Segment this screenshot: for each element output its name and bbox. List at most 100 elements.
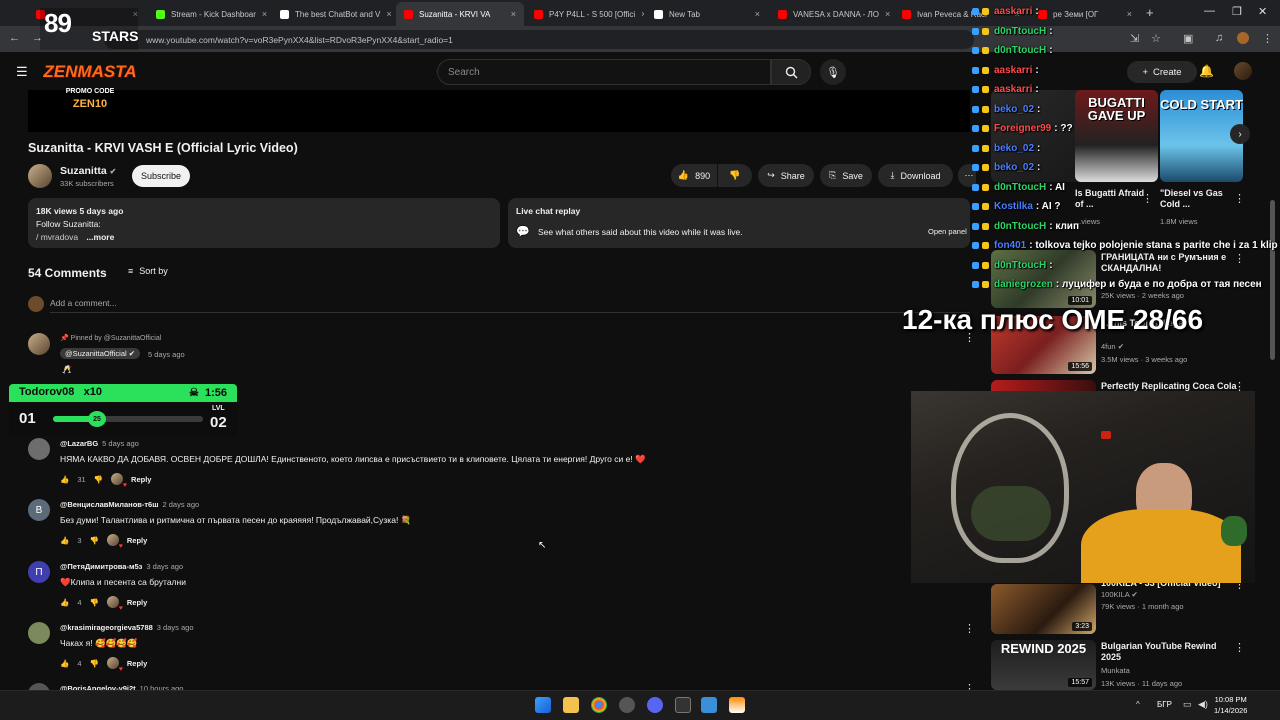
chat-badge-icon [972,281,979,289]
comment-menu-icon[interactable]: ⋮ [964,622,975,635]
discord-icon[interactable] [647,697,663,713]
vlc-icon[interactable] [729,697,745,713]
verified-icon: ✔ [128,349,136,358]
comments-count: 54 Comments [28,266,107,280]
chrome-icon[interactable] [591,697,607,713]
live-chat-replay-box: Live chat replay 💬 See what others said … [508,198,970,248]
back-icon[interactable]: ← [9,32,20,44]
like-count: 890 [695,170,711,181]
reply-button[interactable]: Reply [127,598,147,607]
comment-author-name: @krasimirageorgieva5788 [60,623,153,632]
tab-label: VANESA x DANNA - ЛО [793,9,880,19]
voice-search-button[interactable]: 🎙 [820,59,846,85]
logo-number: 89 [44,8,72,38]
comment-author[interactable]: @ПетяДимитрова-м5з 3 days ago [60,562,183,571]
instagram-link[interactable]: / mvradova [36,232,78,242]
pinned-comment-avatar[interactable] [28,333,50,355]
search-input[interactable]: Search [437,59,771,85]
comment-like-icon[interactable]: 👍 [60,536,69,545]
tab-close-icon[interactable]: × [380,9,391,19]
tray-chevron-icon[interactable]: ^ [1136,700,1140,709]
reply-button[interactable]: Reply [131,475,151,484]
tab-close-icon[interactable]: × [749,9,760,19]
channel-avatar[interactable] [28,164,52,188]
tab-close-icon[interactable]: × [256,9,267,19]
video-menu-icon[interactable]: ⋮ [1234,641,1245,654]
tab-close-icon[interactable]: × [635,9,644,19]
description-box[interactable]: 18K views 5 days ago Follow Suzanitta: /… [28,198,500,248]
tab-1[interactable]: Stream - Kick Dashboar × [148,2,270,26]
like-button[interactable]: 👍 890 [671,164,717,187]
comment-author[interactable]: @LazarBG 5 days ago [60,439,139,448]
tab-favicon [902,9,911,19]
app-icon[interactable] [701,697,717,713]
video-title-sidebar[interactable]: Bulgarian YouTube Rewind 2025 [1101,641,1231,663]
video-player-bottom[interactable] [28,90,970,132]
comment-avatar[interactable]: В [28,499,50,521]
thumbs-up-icon: 👍 [677,170,690,180]
add-comment-input[interactable]: Add a comment... [50,298,117,308]
comment-like-icon[interactable]: 👍 [60,475,69,484]
chat-badge-icon [982,242,989,250]
search-button[interactable] [771,59,811,85]
subscribe-button[interactable]: Subscribe [132,165,190,187]
tab-3[interactable]: Suzanitta - KRVI VA × [396,2,524,26]
video-thumbnail[interactable]: REWIND 2025 15:57 [991,640,1096,690]
open-panel-button[interactable]: Open panel [928,227,967,236]
tab-5[interactable]: New Tab × [646,2,768,26]
tab-4[interactable]: P4Y P4LL - S 500 [Offici × [526,2,644,26]
channel-name[interactable]: Suzanitta ✔ [60,165,116,177]
comment-avatar[interactable] [28,438,50,460]
save-button[interactable]: ⎘ Save [820,164,872,187]
terminal-icon[interactable] [675,697,691,713]
current-level: 01 [19,410,36,427]
video-thumbnail[interactable]: 3:23 [991,584,1096,634]
system-clock[interactable]: 10:08 PM 1/14/2026 [1214,694,1247,716]
start-menu-icon[interactable] [535,697,551,713]
download-label: Download [900,170,941,181]
tab-close-icon[interactable]: × [879,9,890,19]
comment-dislike-icon[interactable]: 👎 [90,536,99,545]
comment-like-icon[interactable]: 👍 [60,598,69,607]
level-progress-panel: 01 25 LVL 02 [9,402,237,436]
chat-username: aaskarri [994,64,1033,76]
address-bar[interactable]: www.youtube.com/watch?v=voR3ePynXX4&list… [104,30,974,49]
dislike-button[interactable]: 👎 [718,164,752,187]
comment-like-icon[interactable]: 👍 [60,659,69,668]
comment-author[interactable]: @krasimirageorgieva5788 3 days ago [60,623,194,632]
chat-username: fon401 [994,240,1027,251]
network-icon[interactable]: ▭ [1183,699,1192,710]
sort-by-button[interactable]: ≡ Sort by [128,266,168,276]
video-channel: 100KILA ✔ [1101,589,1138,601]
level-username: Todorov08 [19,386,75,398]
comment-dislike-icon[interactable]: 👎 [90,598,99,607]
language-indicator[interactable]: БГР [1157,700,1172,709]
comment-text: ❤️Клипа и песента са брутални [60,577,186,587]
chat-message: d0nTtoucH: [972,256,1280,276]
reply-button[interactable]: Reply [127,536,147,545]
file-explorer-icon[interactable] [563,697,579,713]
volume-icon[interactable]: ◀) [1198,699,1208,710]
channel-name-text: Suzanitta [60,165,107,177]
comment-dislike-icon[interactable]: 👎 [90,659,99,668]
tab-close-icon[interactable]: × [505,9,516,19]
reply-button[interactable]: Reply [127,659,147,668]
comment-avatar[interactable] [28,622,50,644]
promo-subtitle: PROMO CODE [65,88,115,95]
tab-6[interactable]: VANESA x DANNA - ЛО × [770,2,892,26]
obs-icon[interactable] [619,697,635,713]
share-button[interactable]: ↪ Share [758,164,814,187]
url-text: www.youtube.com/watch?v=voR3ePynXX4&list… [146,34,453,45]
show-more-link[interactable]: ...more [86,232,114,242]
pinned-comment-author[interactable]: @SuzanittaOfficial ✔ [60,348,141,359]
download-button[interactable]: ⤓ Download [878,164,953,187]
tab-label: P4Y P4LL - S 500 [Offici [549,9,636,19]
comment-dislike-icon[interactable]: 👎 [94,475,103,484]
live-chat-text: See what others said about this video wh… [538,227,743,237]
tab-2[interactable]: The best ChatBot and V × [272,2,394,26]
promo-brand: ZENMASTA [43,62,137,81]
chat-badge-icon [972,164,979,172]
comment-author[interactable]: @ВенциславМиланов-т6ш 2 days ago [60,500,199,509]
hamburger-menu-icon[interactable]: ☰ [16,64,28,80]
comment-avatar[interactable]: П [28,561,50,583]
